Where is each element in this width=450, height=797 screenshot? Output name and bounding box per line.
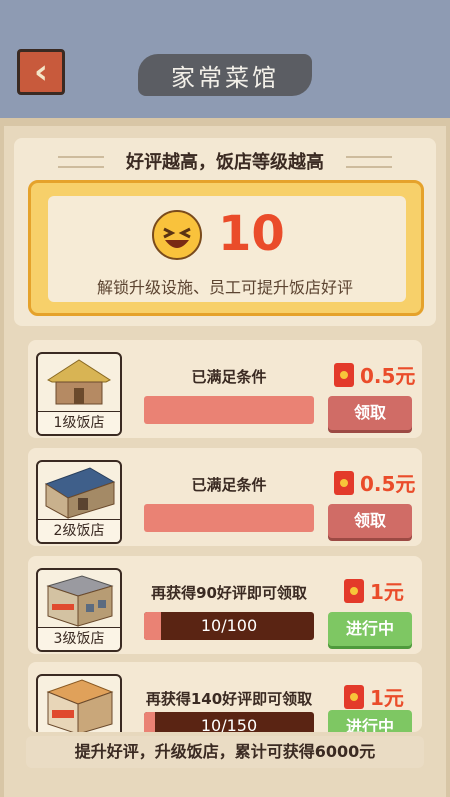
condition-text: 已满足条件	[191, 476, 267, 494]
level-card-1: 1级饭店 已满足条件 0.5元 领取	[28, 340, 422, 438]
level-card-2: 2级饭店 已满足条件 0.5元 领取	[28, 448, 422, 546]
progress-bar	[144, 396, 314, 424]
claim-button[interactable]: 领取	[328, 396, 412, 430]
level-label: 2级饭店	[38, 519, 120, 542]
laughing-face-icon	[152, 210, 202, 260]
level-label: 1级饭店	[38, 411, 120, 434]
red-envelope-icon	[344, 578, 364, 603]
page-title-text: 家常菜馆	[171, 63, 279, 92]
reward-amount: 0.5元	[360, 364, 416, 388]
restaurant-thumbnail: 1级饭店	[36, 352, 122, 436]
progress-text: 10/100	[200, 616, 258, 635]
summary-title: 好评越高，饭店等级越高	[126, 152, 324, 173]
page-title: 家常菜馆	[138, 54, 312, 96]
footer-banner: 提升好评，升级饭店，累计可获得6000元	[26, 736, 424, 768]
restaurant-thumbnail: 3级饭店	[36, 568, 122, 652]
reward-amount: 0.5元	[360, 472, 416, 496]
restaurant-thumbnail	[36, 674, 122, 732]
reward: 0.5元	[334, 468, 415, 497]
reward: 1元	[344, 576, 404, 605]
progress-bar	[144, 504, 314, 532]
back-button[interactable]: ‹	[17, 49, 65, 95]
score-value: 10	[218, 206, 285, 262]
in-progress-button[interactable]: 进行中	[328, 612, 412, 646]
restaurant-thumbnail: 2级饭店	[36, 460, 122, 544]
level-label: 3级饭店	[38, 627, 120, 650]
progress-text: 10/150	[200, 716, 258, 732]
condition-text: 再获得90好评即可领取	[151, 584, 307, 602]
reward-amount: 1元	[370, 686, 404, 710]
reward: 0.5元	[334, 360, 415, 389]
score-hint: 解锁升级设施、员工可提升饭店好评	[96, 278, 353, 297]
condition-text: 已满足条件	[191, 368, 267, 386]
condition-text: 再获得140好评即可领取	[145, 690, 313, 708]
level-card-4: 再获得140好评即可领取 10/150 1元 进行中	[28, 662, 422, 732]
progress-bar: 10/150	[144, 712, 314, 732]
reward-amount: 1元	[370, 580, 404, 604]
red-envelope-icon	[334, 470, 354, 495]
red-envelope-icon	[334, 362, 354, 387]
in-progress-button[interactable]: 进行中	[328, 710, 412, 732]
progress-bar: 10/100	[144, 612, 314, 640]
claim-button[interactable]: 领取	[328, 504, 412, 538]
level-card-3: 3级饭店 再获得90好评即可领取 10/100 1元 进行中	[28, 556, 422, 654]
reward: 1元	[344, 682, 404, 711]
red-envelope-icon	[344, 684, 364, 709]
chevron-left-icon: ‹	[33, 52, 48, 92]
